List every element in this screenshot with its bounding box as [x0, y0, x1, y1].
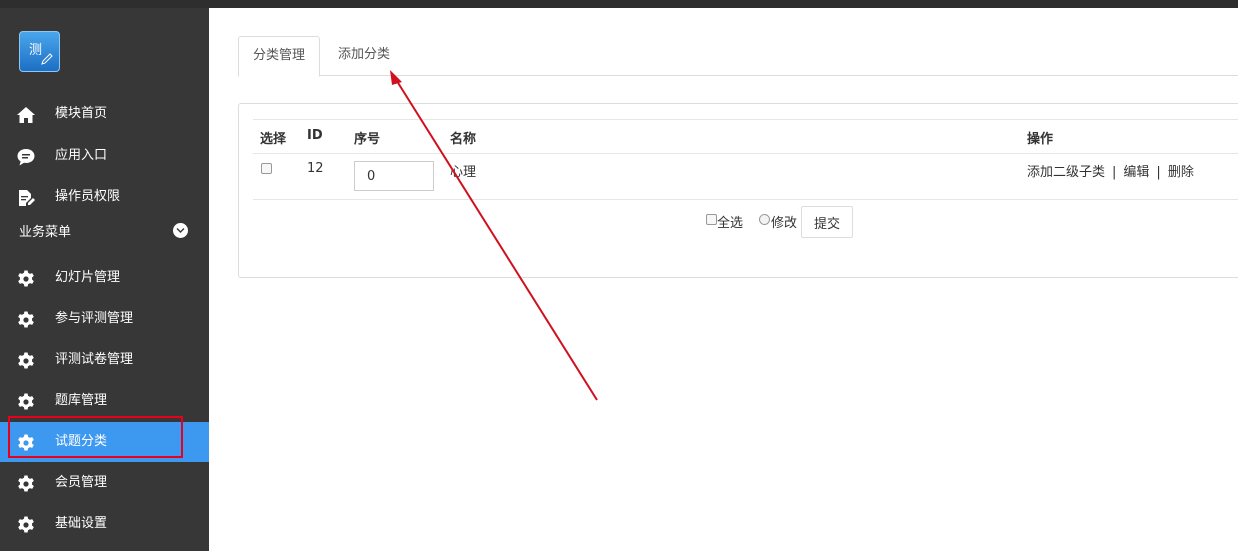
- sidebar-item-home[interactable]: 模块首页: [0, 94, 209, 134]
- sidebar-item-label: 幻灯片管理: [55, 270, 121, 285]
- sidebar-item-app-entry[interactable]: 应用入口: [0, 136, 209, 176]
- table-header: 选择 ID 序号 名称 操作: [253, 119, 1238, 154]
- sidebar-item-label: 评测试卷管理: [55, 352, 134, 367]
- sidebar-item-slideshow[interactable]: 幻灯片管理: [0, 258, 209, 298]
- column-header-name: 名称: [450, 132, 477, 147]
- gear-icon: [18, 270, 34, 287]
- sidebar-item-label: 基础设置: [55, 516, 108, 531]
- sidebar-item-label: 参与评测管理: [55, 311, 134, 326]
- select-all-checkbox[interactable]: [706, 214, 717, 225]
- sidebar-item-test-papers[interactable]: 评测试卷管理: [0, 340, 209, 380]
- gear-icon: [18, 475, 34, 492]
- select-all-label: 全选: [717, 216, 744, 231]
- app-logo[interactable]: 测: [19, 31, 60, 72]
- sidebar-item-basic-settings[interactable]: 基础设置: [0, 504, 209, 544]
- pen-icon: [41, 53, 53, 65]
- row-id: 12: [307, 161, 324, 176]
- modify-label: 修改: [771, 216, 798, 231]
- edit-document-icon: [19, 190, 35, 206]
- sidebar-item-label: 题库管理: [55, 393, 108, 408]
- sidebar-item-operator-permissions[interactable]: 操作员权限: [0, 177, 209, 217]
- row-select-checkbox[interactable]: [261, 163, 272, 174]
- sidebar-item-label: 应用入口: [55, 148, 108, 163]
- sidebar-item-label: 操作员权限: [55, 189, 121, 204]
- chat-bubble-icon: [17, 149, 35, 166]
- sidebar-item-participation[interactable]: 参与评测管理: [0, 299, 209, 339]
- tab-bar: 分类管理 添加分类: [238, 36, 1238, 77]
- row-actions: 添加二级子类 | 编辑 | 删除: [1027, 161, 1194, 180]
- submit-button[interactable]: 提交: [801, 206, 853, 238]
- table-row: 12 心理 添加二级子类 | 编辑 | 删除: [253, 153, 1238, 200]
- gear-icon: [18, 311, 34, 328]
- column-header-seq: 序号: [354, 132, 381, 147]
- top-bar: [0, 0, 1238, 8]
- row-name: 心理: [450, 165, 477, 180]
- add-subcategory-link[interactable]: 添加二级子类: [1027, 165, 1105, 180]
- tab-add-category[interactable]: 添加分类: [324, 36, 404, 75]
- sidebar-group-title: 业务菜单: [19, 225, 72, 240]
- gear-icon: [18, 393, 34, 410]
- delete-link[interactable]: 删除: [1168, 165, 1194, 180]
- chevron-down-icon[interactable]: [173, 223, 188, 238]
- seq-input[interactable]: [354, 161, 434, 191]
- separator: |: [1112, 165, 1117, 180]
- edit-link[interactable]: 编辑: [1123, 165, 1149, 180]
- column-header-actions: 操作: [1027, 132, 1054, 147]
- sidebar-item-label: 会员管理: [55, 475, 108, 490]
- separator: |: [1156, 165, 1161, 180]
- gear-icon: [18, 516, 34, 533]
- sidebar-item-members[interactable]: 会员管理: [0, 463, 209, 503]
- modify-radio[interactable]: [759, 214, 770, 225]
- sidebar-item-label: 模块首页: [55, 106, 108, 121]
- gear-icon: [18, 352, 34, 369]
- home-icon: [17, 107, 35, 123]
- column-header-id: ID: [307, 128, 323, 143]
- sidebar-item-question-bank[interactable]: 题库管理: [0, 381, 209, 421]
- annotation-highlight-box: [8, 416, 183, 458]
- column-header-select: 选择: [260, 132, 287, 147]
- tab-category-management[interactable]: 分类管理: [238, 36, 321, 77]
